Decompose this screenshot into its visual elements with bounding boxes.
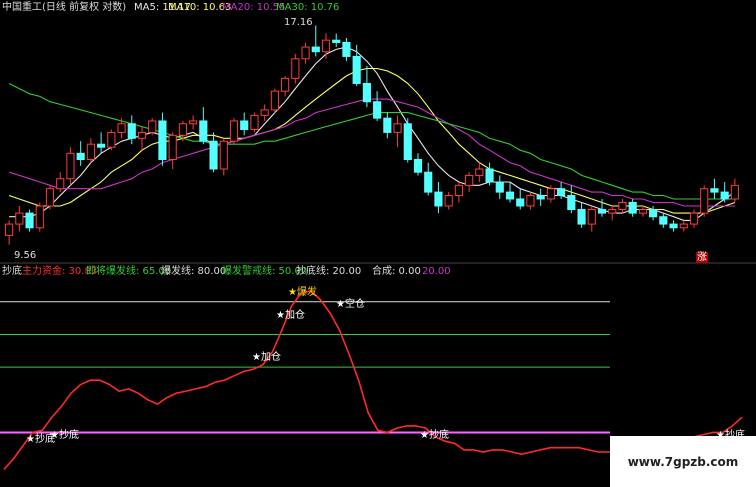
candle-down: [710, 188, 719, 193]
candle-down: [485, 168, 494, 183]
candle-up: [475, 168, 484, 176]
combo-label: 合成: 0.00: [372, 266, 421, 277]
bottom-line-label: 抄底线: 20.00: [296, 266, 362, 277]
candle-down: [362, 82, 371, 103]
candle-down: [434, 191, 443, 207]
candle-down: [424, 171, 433, 193]
candle-up: [260, 109, 269, 116]
candle-down: [659, 216, 668, 225]
combo-value: 20.00: [422, 266, 451, 277]
candle-up: [281, 77, 290, 92]
candle-down: [567, 195, 576, 211]
candle-up: [730, 184, 739, 200]
candle-down: [332, 39, 341, 43]
indicator-name: 抄底: [2, 266, 22, 277]
candle-down: [557, 188, 566, 197]
burst-marker: ★爆发: [288, 287, 317, 298]
stock-title: 中国重工(日线 前复权 对数): [2, 2, 127, 13]
clear-position-marker: ★空仓: [336, 299, 365, 310]
candle-up: [608, 209, 617, 214]
candle-up: [86, 143, 95, 160]
candle-down: [413, 158, 423, 173]
candle-down: [649, 209, 658, 218]
candle-down: [669, 223, 678, 229]
add-position-marker: ★加仓: [252, 352, 281, 363]
candle-up: [35, 205, 44, 229]
candle-down: [577, 209, 586, 225]
candle-up: [546, 188, 555, 200]
candle-up: [107, 131, 116, 148]
chart-canvas: [0, 0, 756, 487]
chart-background: [0, 0, 756, 487]
candle-up: [137, 131, 147, 139]
candle-up: [679, 223, 688, 229]
candle-down: [383, 117, 392, 133]
candle-down: [505, 191, 515, 200]
candle-up: [301, 46, 310, 60]
burst-line-label: 爆发线: 80.00: [161, 266, 227, 277]
site-watermark: www.7gpzb.com: [610, 436, 756, 487]
buy-bottom-marker: ★抄底: [420, 430, 449, 441]
candle-up: [66, 152, 75, 180]
candle-up: [168, 134, 177, 160]
candle-down: [495, 181, 504, 193]
candle-down: [209, 140, 218, 170]
burst-warning-label: 爆发警戒线: 50.00: [222, 266, 308, 277]
candle-up: [189, 120, 198, 125]
candle-down: [597, 209, 607, 214]
candle-up: [229, 120, 239, 142]
candle-up: [465, 174, 474, 186]
candle-up: [454, 184, 463, 197]
candle-down: [628, 201, 637, 214]
candle-down: [76, 152, 85, 160]
candle-up: [526, 195, 535, 207]
candle-down: [240, 120, 249, 131]
candle-up: [219, 140, 228, 170]
candle-down: [403, 123, 412, 160]
buy-bottom-marker: ★抄底: [50, 430, 79, 441]
candle-up: [56, 178, 65, 190]
candle-up: [393, 123, 402, 133]
candle-down: [127, 123, 136, 139]
candle-down: [720, 191, 729, 200]
candle-up: [291, 58, 300, 79]
candle-up: [15, 212, 24, 225]
candle-down: [199, 120, 208, 142]
candle-up: [444, 195, 453, 207]
candle-down: [373, 101, 382, 119]
about-to-burst-label: 即将爆发线: 65.00: [86, 266, 172, 277]
candle-up: [117, 123, 126, 133]
high-price-label: 17.16: [284, 17, 313, 28]
candle-down: [311, 46, 320, 53]
candle-up: [321, 39, 331, 53]
candle-down: [536, 195, 545, 200]
low-price-label: 9.56: [14, 250, 37, 261]
candle-down: [516, 198, 525, 207]
zhang-badge: 涨: [696, 252, 708, 263]
candle-up: [148, 120, 157, 133]
candle-down: [25, 212, 34, 229]
candle-up: [45, 188, 55, 207]
candle-up: [270, 90, 279, 111]
candle-down: [342, 41, 351, 57]
ma30-label: MA30: 10.76: [276, 2, 340, 13]
candle-up: [618, 201, 627, 211]
candle-up: [689, 212, 699, 225]
candle-down: [352, 55, 361, 84]
candle-down: [97, 143, 106, 148]
candle-up: [700, 188, 709, 214]
candle-up: [638, 209, 647, 214]
candle-up: [587, 209, 596, 225]
candle-up: [250, 114, 259, 131]
candle-up: [5, 223, 14, 236]
candle-down: [158, 120, 167, 160]
add-position-marker: ★加仓: [276, 310, 305, 321]
candle-up: [178, 123, 187, 136]
